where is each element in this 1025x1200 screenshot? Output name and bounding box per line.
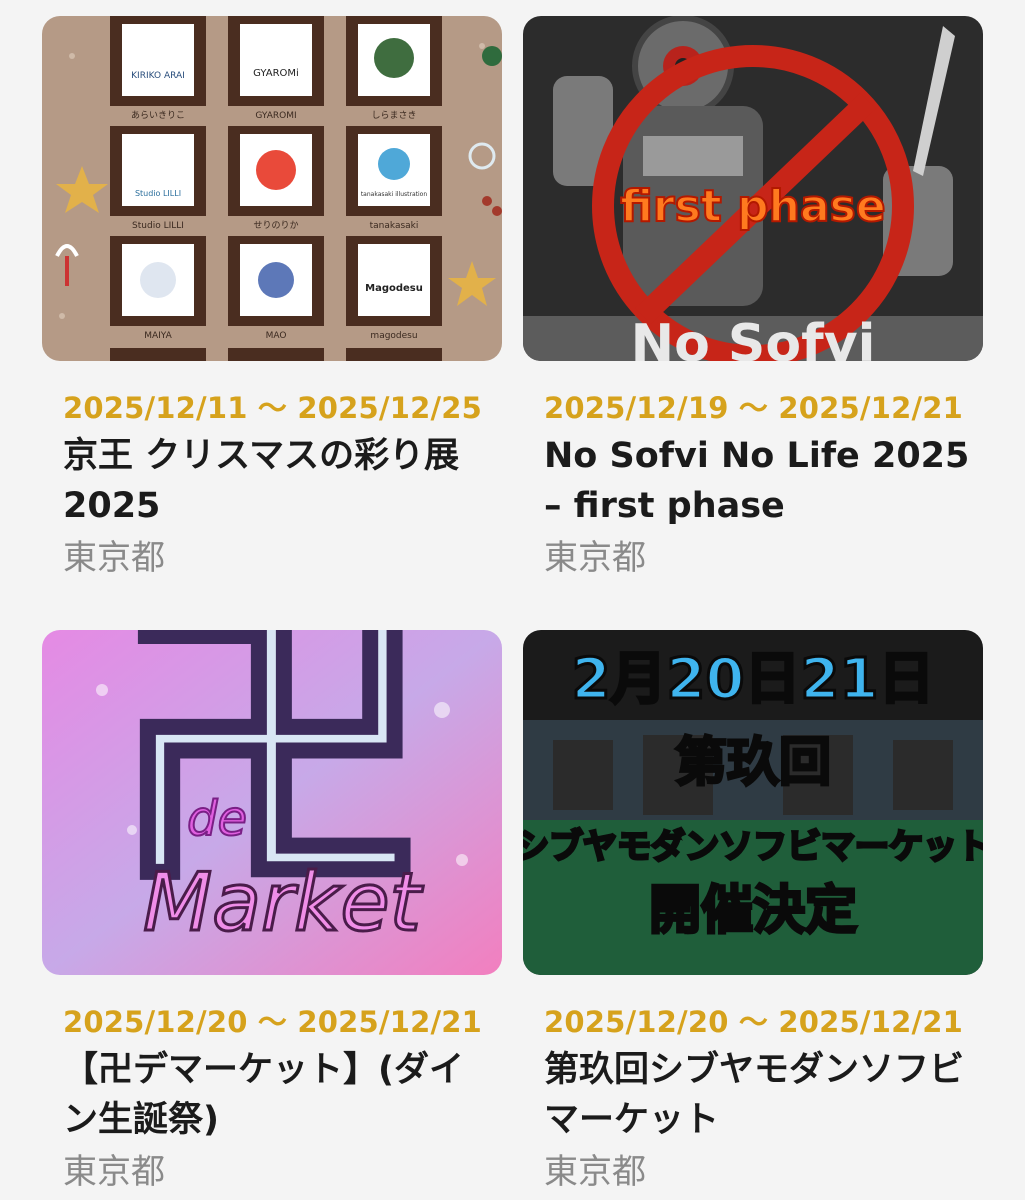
svg-text:しらまさき: しらまさき — [371, 110, 416, 121]
svg-text:GYAROMi: GYAROMi — [253, 68, 299, 79]
event-date: 2025/12/20 〜 2025/12/21 — [544, 1005, 964, 1039]
event-card[interactable]: 卍 de Market 2025/12/20 〜 2025/12/21 【卍デマ… — [42, 630, 502, 1195]
event-card[interactable]: KIRIKO ARAI あらいきりこ GYAROMi GYAROMI しらまさき… — [42, 16, 502, 581]
event-location: 東京都 — [544, 1152, 646, 1192]
frame-badge: KIRIKO ARAI — [131, 71, 185, 81]
svg-text:magodesu: magodesu — [370, 331, 417, 341]
svg-text:de: de — [187, 791, 247, 847]
event-location: 東京都 — [63, 538, 165, 578]
market-word: Market — [143, 856, 423, 949]
svg-text:せりのりか: せりのりか — [253, 220, 298, 231]
svg-text:シブヤモダンソフビマーケット: シブヤモダンソフビマーケット — [523, 827, 983, 867]
market-poster-image: 卍 de Market — [42, 630, 502, 975]
sofubi-market-poster-image: 2月20日21日 第玖回 シブヤモダンソフビマーケット 開催決定 — [523, 630, 983, 975]
svg-text:あらいきりこ: あらいきりこ — [131, 110, 185, 121]
event-thumbnail[interactable]: first phase No Sofvi — [523, 16, 983, 361]
svg-text:Studio LILLI: Studio LILLI — [135, 189, 181, 198]
svg-text:開催決定: 開催決定 — [649, 881, 857, 941]
event-card[interactable]: first phase No Sofvi 2025/12/19 〜 2025/1… — [523, 16, 983, 581]
event-date: 2025/12/20 〜 2025/12/21 — [63, 1005, 483, 1039]
svg-text:tanakasaki illustration: tanakasaki illustration — [361, 191, 428, 198]
christmas-exhibit-image: KIRIKO ARAI あらいきりこ GYAROMi GYAROMI しらまさき… — [42, 16, 502, 361]
event-thumbnail[interactable]: 卍 de Market — [42, 630, 502, 975]
event-title[interactable]: 京王 クリスマスの彩り展 2025 — [63, 431, 493, 531]
svg-text:tanakasaki: tanakasaki — [370, 221, 419, 231]
event-date: 2025/12/19 〜 2025/12/21 — [544, 391, 964, 425]
artist-frames: KIRIKO ARAI あらいきりこ GYAROMi GYAROMI しらまさき… — [110, 16, 442, 361]
svg-text:MAIYA: MAIYA — [144, 331, 172, 341]
svg-text:MAO: MAO — [266, 331, 287, 341]
svg-text:Studio LILLI: Studio LILLI — [132, 221, 184, 231]
robot-poster-image: first phase No Sofvi — [523, 16, 983, 361]
event-card[interactable]: 2月20日21日 第玖回 シブヤモダンソフビマーケット 開催決定 2025/12… — [523, 630, 983, 1195]
event-location: 東京都 — [63, 1152, 165, 1192]
event-title[interactable]: 【卍デマーケット】(ダイン生誕祭) — [63, 1045, 493, 1145]
event-location: 東京都 — [544, 538, 646, 578]
event-title[interactable]: 第玖回シブヤモダンソフビマーケット — [544, 1045, 974, 1145]
event-thumbnail[interactable]: 2月20日21日 第玖回 シブヤモダンソフビマーケット 開催決定 — [523, 630, 983, 975]
poster-date-text: 2月20日21日 — [572, 647, 935, 712]
poster-overlay-text: first phase — [620, 181, 885, 232]
event-thumbnail[interactable]: KIRIKO ARAI あらいきりこ GYAROMi GYAROMI しらまさき… — [42, 16, 502, 361]
svg-text:No Sofvi: No Sofvi — [631, 314, 876, 361]
svg-text:第玖回: 第玖回 — [675, 733, 831, 793]
svg-text:GYAROMI: GYAROMI — [255, 111, 296, 121]
event-date: 2025/12/11 〜 2025/12/25 — [63, 391, 483, 425]
svg-text:Magodesu: Magodesu — [365, 283, 423, 294]
event-title[interactable]: No Sofvi No Life 2025 – first phase — [544, 431, 974, 531]
